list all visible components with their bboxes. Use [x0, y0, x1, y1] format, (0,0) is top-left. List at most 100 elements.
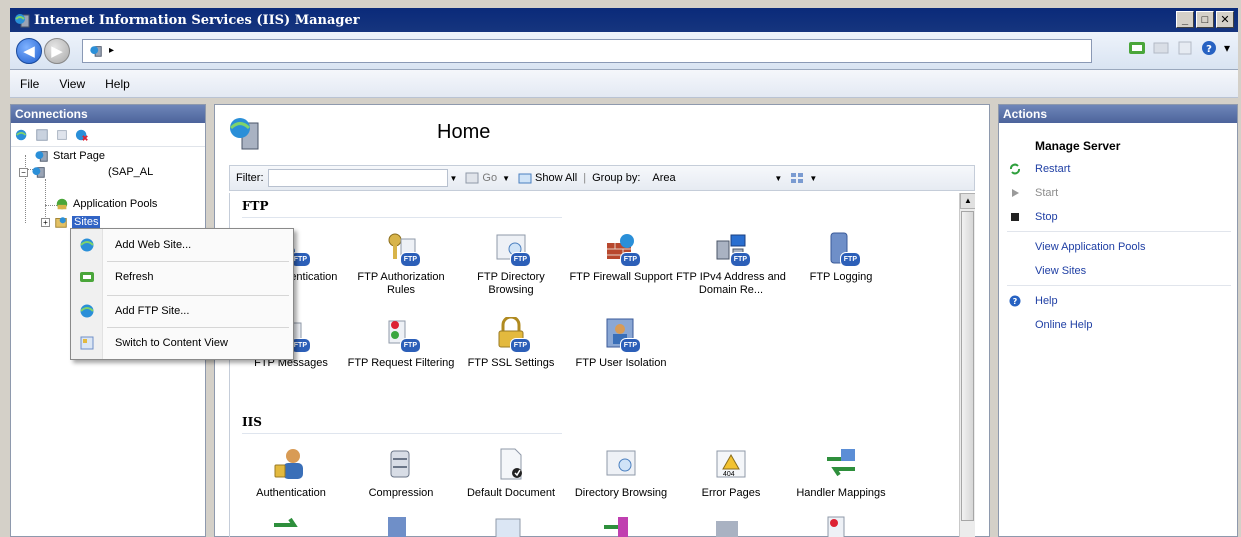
application-pools-icon — [56, 198, 68, 210]
maximize-button[interactable]: □ — [1196, 11, 1214, 28]
window-controls: _ □ ✕ — [1176, 11, 1234, 28]
handler-mappings-icon — [823, 447, 859, 481]
feature-authentication[interactable]: Authentication — [236, 447, 346, 500]
feature-handler-mappings[interactable]: Handler Mappings — [786, 447, 896, 500]
context-item-refresh[interactable]: Refresh — [71, 263, 293, 291]
start-page-icon — [35, 151, 48, 162]
filter-input[interactable] — [267, 169, 448, 187]
filter-label: Filter: — [236, 172, 264, 184]
action-online-help[interactable]: Online Help — [1035, 319, 1092, 331]
connect-icon[interactable] — [1128, 40, 1146, 56]
back-button[interactable]: ◀ — [16, 37, 42, 64]
error-pages-icon: 404 — [713, 447, 749, 481]
ftp-logging-icon: FTP — [823, 231, 861, 267]
show-all-icon — [518, 173, 532, 184]
feature-label: Authentication — [256, 487, 326, 499]
feature-icon-partial[interactable] — [380, 513, 416, 537]
action-restart[interactable]: Restart — [1010, 163, 1070, 175]
feature-icon-partial[interactable] — [490, 513, 526, 537]
feature-ftp-logging[interactable]: FTP FTP Logging — [786, 231, 896, 284]
feature-ftp-ipv4-address[interactable]: FTP FTP IPv4 Address and Domain Re... — [676, 231, 786, 297]
action-help[interactable]: ? Help — [1009, 295, 1058, 307]
action-label: View Application Pools — [1035, 241, 1146, 253]
view-button[interactable]: ▼ — [790, 172, 819, 184]
action-view-application-pools[interactable]: View Application Pools — [1035, 241, 1145, 253]
action-view-sites[interactable]: View Sites — [1035, 265, 1086, 277]
forward-button[interactable]: ▶ — [44, 37, 70, 64]
view-dropdown-icon[interactable]: ▼ — [809, 174, 817, 183]
feature-compression[interactable]: Compression — [346, 447, 456, 500]
tree-sites[interactable]: + Sites — [41, 215, 101, 229]
expand-icon[interactable]: + — [41, 217, 50, 227]
actions-panel: Actions Manage Server Restart Start Stop… — [998, 104, 1238, 537]
scroll-thumb[interactable] — [961, 211, 974, 521]
context-item-switch-to-content-view[interactable]: Switch to Content View — [71, 329, 293, 357]
action-start[interactable]: Start — [1012, 187, 1058, 199]
action-label: View Sites — [1035, 265, 1087, 277]
home-panel: Home Filter: ▼ Go ▼ Show All | Group by:… — [214, 104, 990, 537]
feature-label: Error Pages — [701, 487, 761, 499]
feature-directory-browsing[interactable]: Directory Browsing — [566, 447, 676, 500]
go-dropdown-icon[interactable]: ▼ — [502, 174, 510, 183]
group-by-select[interactable]: Area — [652, 172, 772, 184]
feature-icon-partial[interactable] — [600, 513, 636, 537]
menu-view[interactable]: View — [59, 77, 85, 91]
feature-ftp-firewall-support[interactable]: FTP FTP Firewall Support — [566, 231, 676, 284]
feature-icon-partial[interactable] — [270, 513, 306, 537]
delete-connection-icon[interactable] — [75, 128, 89, 142]
stop-icon — [1011, 213, 1019, 221]
save-icon[interactable] — [35, 128, 49, 142]
context-menu-separator — [107, 327, 289, 328]
stop-icon[interactable] — [1152, 40, 1170, 56]
up-icon[interactable] — [55, 128, 69, 142]
tree-label: Application Pools — [73, 198, 158, 210]
feature-ftp-directory-browsing[interactable]: FTP FTP Directory Browsing — [456, 231, 566, 297]
error-code-badge: 404 — [723, 471, 735, 478]
feature-ftp-user-isolation[interactable]: FTP FTP User Isolation — [566, 317, 676, 370]
feature-error-pages[interactable]: 404 Error Pages — [676, 447, 786, 500]
feature-icon-partial[interactable] — [710, 513, 746, 537]
show-all-button[interactable]: Show All — [518, 172, 577, 184]
go-button[interactable]: Go ▼ — [465, 172, 512, 184]
section-iis: IIS — [242, 415, 262, 429]
close-button[interactable]: ✕ — [1216, 11, 1234, 28]
feature-ftp-request-filtering[interactable]: FTP FTP Request Filtering — [346, 317, 456, 370]
collapse-icon[interactable]: − — [19, 167, 28, 177]
context-item-label: Add FTP Site... — [115, 305, 190, 317]
ftp-firewall-support-icon: FTP — [603, 231, 641, 267]
action-stop[interactable]: Stop — [1011, 211, 1058, 223]
help-icon[interactable]: ? — [1200, 40, 1218, 56]
help-dropdown-icon[interactable]: ▾ — [1224, 41, 1230, 55]
refresh-icon[interactable] — [1176, 40, 1194, 56]
feature-ftp-ssl-settings[interactable]: FTP FTP SSL Settings — [456, 315, 566, 370]
context-item-add-web-site[interactable]: Add Web Site... — [71, 231, 293, 259]
default-document-icon — [493, 447, 529, 481]
section-divider — [242, 217, 562, 218]
context-item-add-ftp-site[interactable]: Add FTP Site... — [71, 297, 293, 325]
action-label: Help — [1035, 295, 1058, 307]
ftp-badge: FTP — [729, 252, 751, 267]
group-by-dropdown-icon[interactable]: ▼ — [774, 174, 782, 183]
ftp-ipv4-address-icon: FTP — [713, 231, 751, 267]
menu-file[interactable]: File — [20, 77, 39, 91]
feature-default-document[interactable]: Default Document — [456, 447, 566, 500]
feature-ftp-authorization-rules[interactable]: FTP FTP Authorization Rules — [346, 231, 456, 297]
feature-label: FTP Firewall Support — [569, 271, 673, 283]
tree-server[interactable]: − (SAP_AL — [19, 165, 153, 179]
tree-application-pools[interactable]: Application Pools — [55, 197, 157, 211]
breadcrumb-arrow-icon[interactable]: ▸ — [109, 45, 114, 56]
create-connection-icon[interactable] — [15, 128, 29, 142]
ftp-badge: FTP — [619, 252, 641, 267]
tree-start-page[interactable]: Start Page — [35, 149, 105, 163]
features-scrollbar[interactable]: ▲ — [959, 193, 975, 537]
minimize-button[interactable]: _ — [1176, 11, 1194, 28]
menu-help[interactable]: Help — [105, 77, 130, 91]
tree-label: (SAP_AL — [108, 166, 154, 178]
feature-icon-partial[interactable] — [820, 513, 856, 537]
start-icon — [1012, 189, 1019, 197]
title-bar: Internet Information Services (IIS) Mana… — [10, 8, 1238, 32]
filter-dropdown-icon[interactable]: ▼ — [450, 174, 458, 183]
scroll-up-icon[interactable]: ▲ — [960, 193, 975, 209]
address-input[interactable]: ▸ — [82, 38, 1092, 63]
sites-context-menu: Add Web Site... Refresh Add FTP Site... … — [70, 228, 294, 360]
